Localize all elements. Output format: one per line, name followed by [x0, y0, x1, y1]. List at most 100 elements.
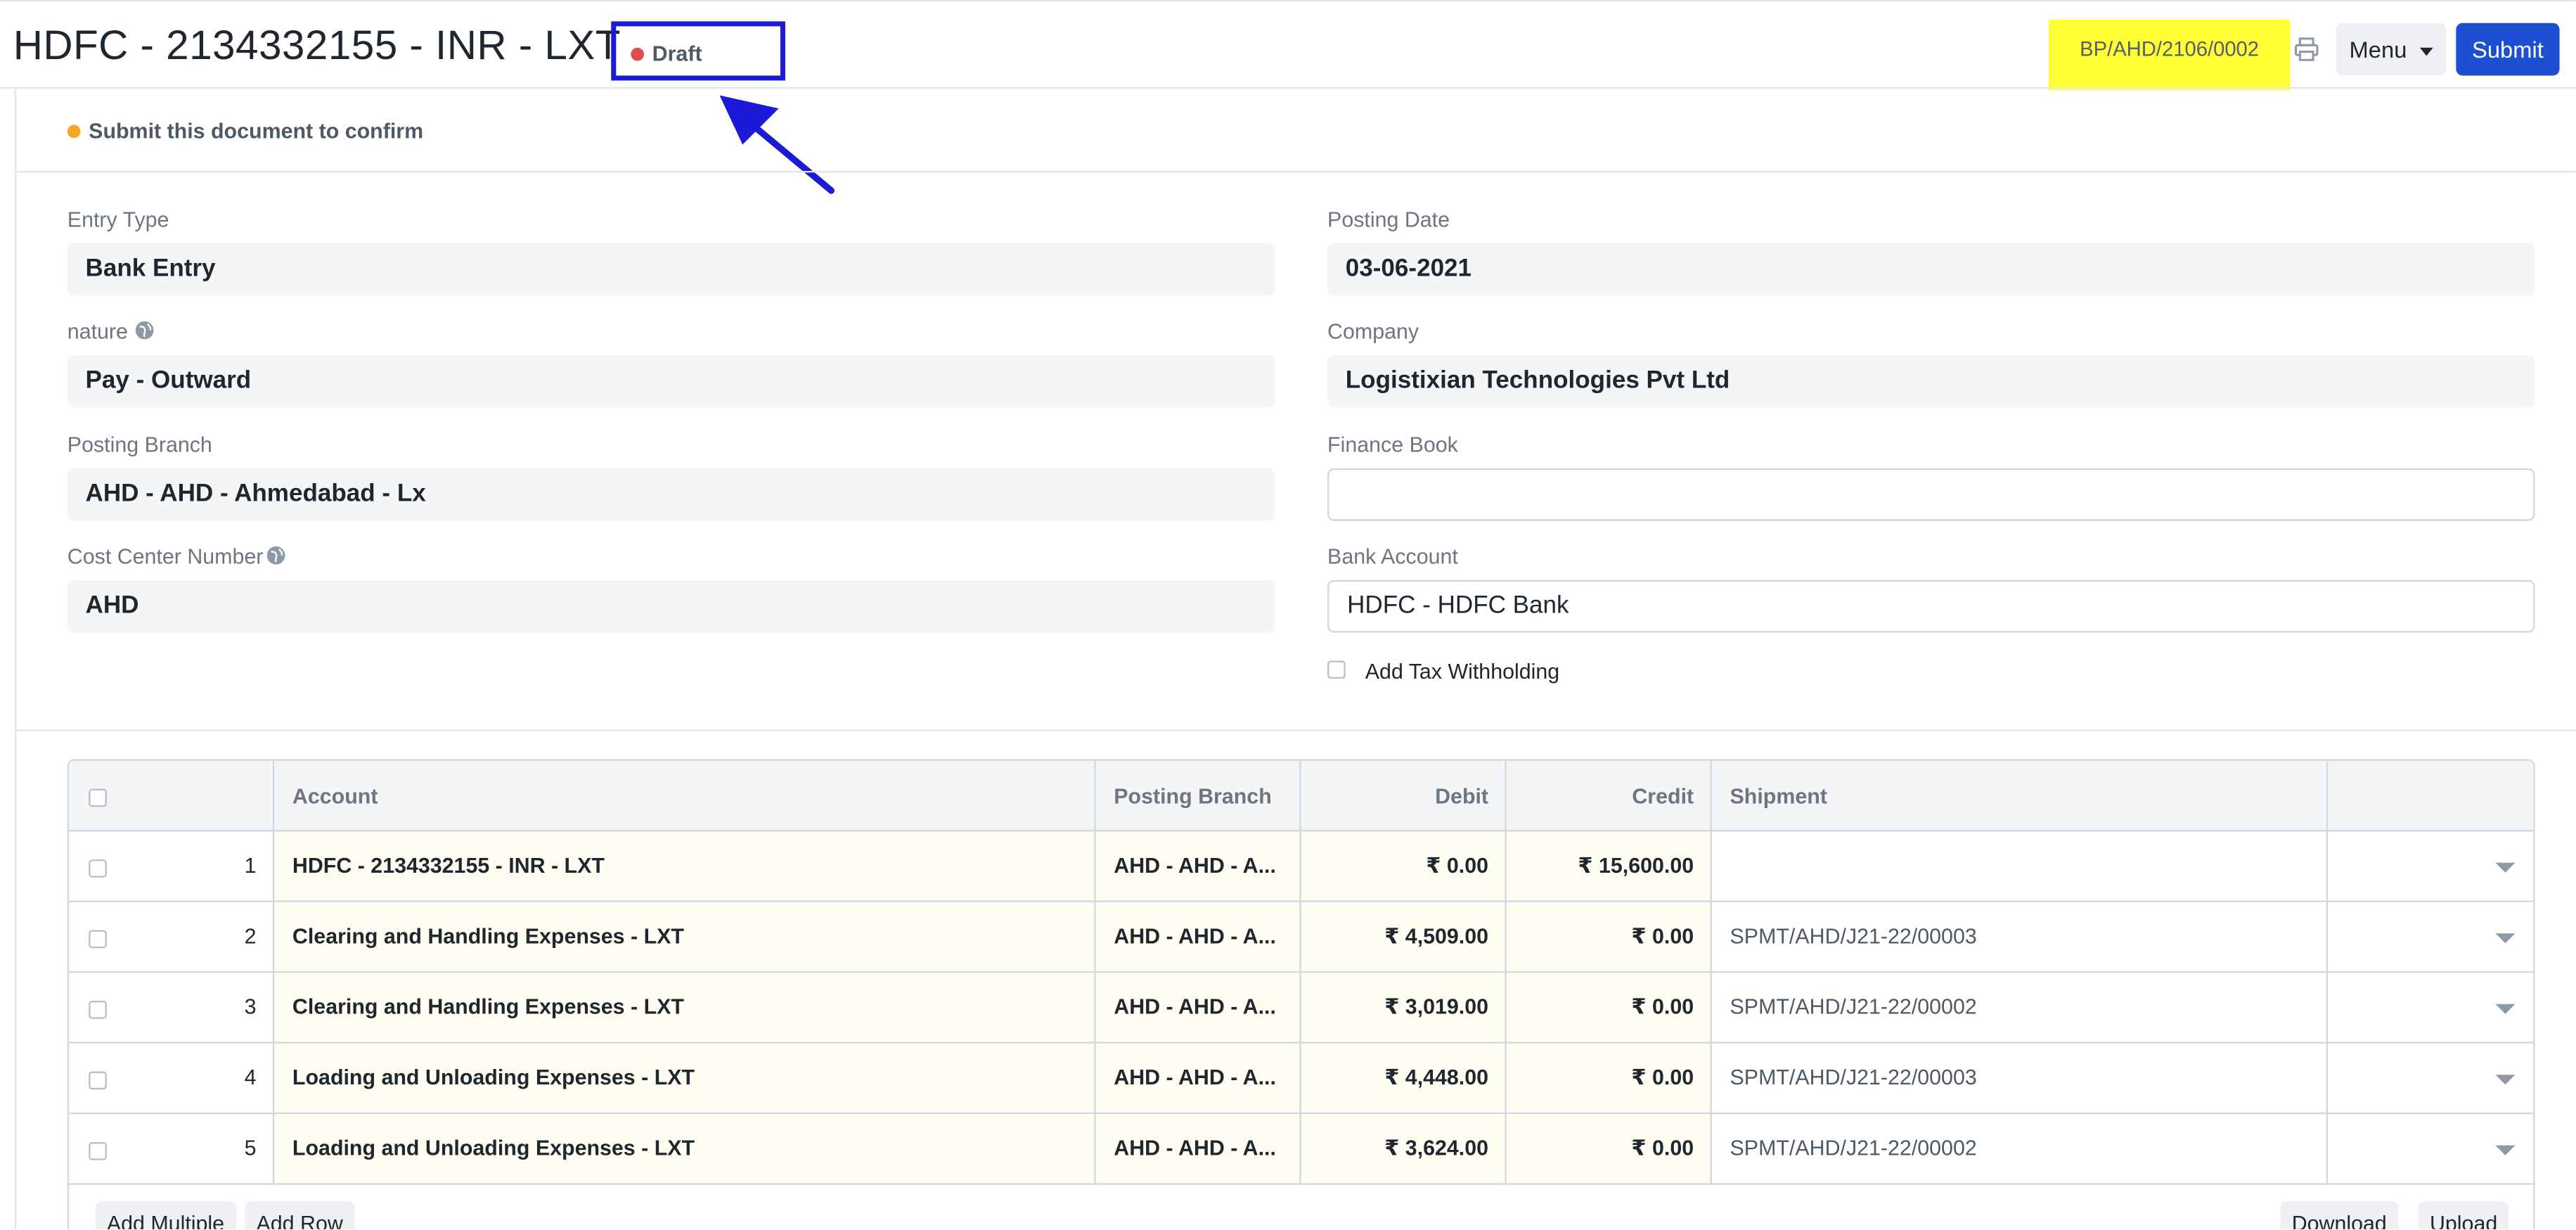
posting-date-label: Posting Date: [1327, 207, 1450, 232]
cell-shipment[interactable]: SPMT/AHD/J21-22/00002: [1730, 994, 1977, 1019]
cell-account[interactable]: Clearing and Handling Expenses - LXT: [292, 923, 684, 948]
status-dot: [631, 47, 644, 61]
posting-branch-label: Posting Branch: [67, 432, 212, 457]
grid-header: [69, 760, 2534, 832]
entry-type-label: Entry Type: [67, 207, 169, 232]
section-divider: [16, 171, 2576, 173]
row-index: 2: [244, 923, 257, 949]
page-title: HDFC - 2134332155 - INR - LXT: [13, 23, 621, 70]
cost-center-field[interactable]: AHD: [67, 579, 1275, 633]
table-row[interactable]: 1 HDFC - 2134332155 - INR - LXT AHD - AHD …: [69, 831, 2534, 902]
cell-debit[interactable]: ₹ 3,624.00: [1318, 1136, 1488, 1162]
row-index: 3: [244, 994, 257, 1019]
cell-posting-branch[interactable]: AHD - AHD - A...: [1114, 994, 1276, 1019]
cell-shipment[interactable]: SPMT/AHD/J21-22/00002: [1730, 1136, 1977, 1160]
cell-account[interactable]: Loading and Unloading Expenses - LXT: [292, 1065, 695, 1089]
bank-account-label: Bank Account: [1327, 544, 1458, 569]
menu-button[interactable]: Menu: [2336, 23, 2447, 76]
column-divider: [1710, 760, 1712, 1185]
column-divider: [272, 760, 275, 1185]
cell-credit[interactable]: ₹ 0.00: [1523, 923, 1694, 949]
add-tax-withholding-checkbox[interactable]: [1327, 660, 1346, 679]
caret-down-icon[interactable]: [2495, 1004, 2516, 1014]
table-row[interactable]: 3 Clearing and Handling Expenses - LXT AHD…: [69, 973, 2534, 1044]
row-checkbox[interactable]: [89, 859, 107, 878]
section-divider: [16, 729, 2576, 731]
top-border: [0, 0, 2576, 2]
select-all-checkbox[interactable]: [89, 788, 107, 807]
cell-account[interactable]: Clearing and Handling Expenses - LXT: [292, 994, 684, 1019]
download-button[interactable]: Download: [2280, 1201, 2399, 1229]
company-field[interactable]: Logistixian Technologies Pvt Ltd: [1327, 354, 2535, 408]
cell-debit[interactable]: ₹ 4,509.00: [1318, 923, 1488, 949]
indicator-dot: [67, 124, 81, 139]
cell-posting-branch[interactable]: AHD - AHD - A...: [1114, 1065, 1276, 1089]
cell-credit[interactable]: ₹ 0.00: [1523, 1065, 1694, 1091]
globe-icon: [266, 546, 285, 565]
row-index: 5: [244, 1135, 257, 1160]
left-rule: [15, 89, 17, 1229]
cell-credit[interactable]: ₹ 15,600.00: [1523, 853, 1694, 879]
row-checkbox[interactable]: [89, 1001, 107, 1019]
row-checkbox[interactable]: [89, 930, 107, 949]
add-multiple-button[interactable]: Add Multiple: [95, 1201, 236, 1229]
print-icon[interactable]: [2293, 36, 2319, 62]
caret-down-icon[interactable]: [2495, 1145, 2516, 1155]
nature-field[interactable]: Pay - Outward: [67, 354, 1275, 408]
cost-center-label: Cost Center Number: [67, 544, 264, 569]
row-checkbox[interactable]: [89, 1071, 107, 1090]
submit-button[interactable]: Submit: [2456, 23, 2560, 76]
row-index: 4: [244, 1065, 257, 1090]
finance-book-label: Finance Book: [1327, 432, 1458, 457]
submit-indicator: Submit this document to confirm: [89, 118, 424, 143]
cell-credit[interactable]: ₹ 0.00: [1523, 1136, 1694, 1162]
add-tax-withholding-label: Add Tax Withholding: [1365, 659, 1560, 684]
cell-debit[interactable]: ₹ 3,019.00: [1318, 994, 1488, 1020]
column-header-account[interactable]: Account: [292, 784, 378, 809]
posting-date-field[interactable]: 03-06-2021: [1327, 243, 2535, 296]
cell-posting-branch[interactable]: AHD - AHD - A...: [1114, 1136, 1276, 1160]
doc-name[interactable]: BP/AHD/2106/0002: [2049, 38, 2290, 61]
column-header-debit[interactable]: Debit: [1318, 784, 1488, 809]
column-divider: [1505, 760, 1507, 1185]
row-checkbox[interactable]: [89, 1142, 107, 1160]
column-divider: [1299, 760, 1301, 1185]
cell-account[interactable]: Loading and Unloading Expenses - LXT: [292, 1136, 695, 1160]
table-row[interactable]: 2 Clearing and Handling Expenses - LXT AHD…: [69, 902, 2534, 973]
globe-icon: [135, 321, 154, 340]
column-divider: [1094, 760, 1096, 1185]
entry-type-field[interactable]: Bank Entry: [67, 243, 1275, 296]
upload-button[interactable]: Upload: [2418, 1201, 2509, 1229]
column-header-posting-branch[interactable]: Posting Branch: [1114, 784, 1272, 809]
chevron-down-icon: [2419, 47, 2433, 56]
cell-shipment[interactable]: SPMT/AHD/J21-22/00003: [1730, 1065, 1977, 1089]
caret-down-icon[interactable]: [2495, 933, 2516, 944]
nature-label: nature: [67, 319, 128, 344]
column-header-shipment[interactable]: Shipment: [1730, 784, 1827, 809]
arrow-annotation-icon: [719, 95, 835, 194]
table-row[interactable]: 5 Loading and Unloading Expenses - LXT AHD…: [69, 1114, 2534, 1185]
cell-shipment[interactable]: SPMT/AHD/J21-22/00003: [1730, 923, 1977, 948]
accounts-grid: Account Posting Branch Debit Credit Ship…: [67, 759, 2535, 1229]
cell-account[interactable]: HDFC - 2134332155 - INR - LXT: [292, 853, 605, 878]
status-badge: Draft: [652, 41, 702, 66]
menu-label: Menu: [2349, 36, 2407, 63]
bank-account-input[interactable]: HDFC - HDFC Bank: [1327, 579, 2535, 633]
caret-down-icon[interactable]: [2495, 862, 2516, 873]
finance-book-input[interactable]: [1327, 468, 2535, 521]
column-header-credit[interactable]: Credit: [1523, 784, 1694, 809]
cell-debit[interactable]: ₹ 4,448.00: [1318, 1065, 1488, 1091]
column-divider: [2326, 760, 2329, 1185]
row-index: 1: [244, 852, 257, 878]
cell-posting-branch[interactable]: AHD - AHD - A...: [1114, 853, 1276, 878]
cell-debit[interactable]: ₹ 0.00: [1318, 853, 1488, 879]
caret-down-icon[interactable]: [2495, 1075, 2516, 1085]
form-page: HDFC - 2134332155 - INR - LXT Draft BP/A…: [0, 0, 2576, 1229]
cell-posting-branch[interactable]: AHD - AHD - A...: [1114, 923, 1276, 948]
header-divider: [0, 87, 2576, 89]
add-row-button[interactable]: Add Row: [245, 1201, 355, 1229]
company-label: Company: [1327, 319, 1419, 344]
posting-branch-field[interactable]: AHD - AHD - Ahmedabad - Lx: [67, 468, 1275, 521]
cell-credit[interactable]: ₹ 0.00: [1523, 994, 1694, 1020]
table-row[interactable]: 4 Loading and Unloading Expenses - LXT AHD…: [69, 1043, 2534, 1115]
